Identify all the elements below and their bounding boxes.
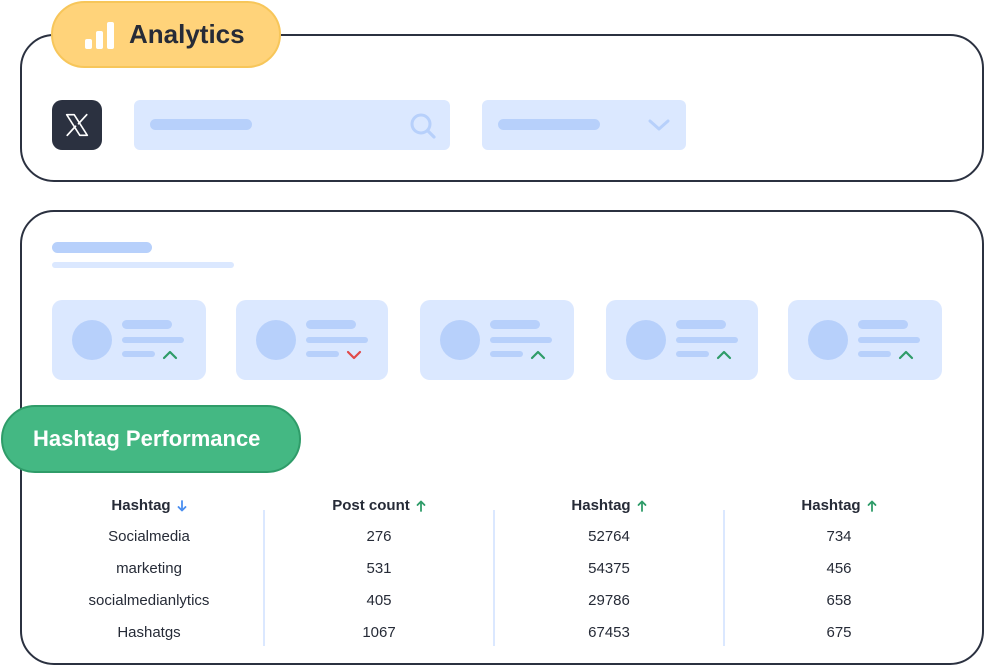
trend-up-icon	[716, 350, 732, 360]
stat-line-skeleton	[306, 337, 368, 343]
search-input[interactable]	[134, 100, 450, 150]
sort-ascending-icon	[637, 500, 646, 512]
table-cell: 1067	[362, 623, 396, 641]
table-cell: 67453	[588, 623, 630, 641]
column-header[interactable]: Hashtag	[724, 490, 954, 520]
table-cell: 658	[826, 591, 852, 609]
column-header-label: Hashtag	[111, 496, 171, 514]
dropdown-placeholder-skeleton	[498, 119, 600, 130]
stat-line-skeleton	[676, 351, 709, 357]
stat-avatar-skeleton	[256, 320, 296, 360]
stat-line-skeleton	[858, 320, 908, 329]
table-cell: Hashatgs	[117, 623, 181, 641]
table-cell: socialmedianlytics	[88, 591, 210, 609]
column-header[interactable]: Post count	[264, 490, 494, 520]
table-cell: marketing	[116, 559, 182, 577]
column-header-label: Post count	[332, 496, 410, 514]
stat-avatar-skeleton	[440, 320, 480, 360]
analytics-header-pill: Analytics	[51, 1, 281, 68]
stat-line-skeleton	[490, 320, 540, 329]
sort-ascending-icon	[416, 500, 426, 512]
table-cell: 276	[366, 527, 392, 545]
stat-line-skeleton	[306, 351, 339, 357]
stat-line-skeleton	[490, 351, 523, 357]
bar-chart-icon	[85, 21, 114, 49]
sort-ascending-icon	[867, 500, 876, 512]
table-cell: 734	[826, 527, 852, 545]
stat-avatar-skeleton	[626, 320, 666, 360]
trend-up-icon	[898, 350, 914, 360]
x-platform-icon[interactable]	[52, 100, 102, 150]
column-divider	[723, 510, 725, 646]
stat-line-skeleton	[676, 320, 726, 329]
stat-line-skeleton	[490, 337, 552, 343]
sort-descending-icon	[177, 499, 186, 511]
stat-line-skeleton	[676, 337, 738, 343]
x-logo-icon	[65, 113, 89, 137]
column-divider	[263, 510, 265, 646]
hashtag-performance-pill: Hashtag Performance	[1, 405, 301, 473]
column-header[interactable]: Hashtag	[494, 490, 724, 520]
section-title: Hashtag Performance	[33, 426, 261, 451]
table-cell: 54375	[588, 559, 630, 577]
stat-line-skeleton	[122, 320, 172, 329]
column-header-label: Hashtag	[801, 496, 861, 514]
table-cell: Socialmedia	[108, 527, 190, 545]
stat-line-skeleton	[858, 337, 920, 343]
column-header-label: Hashtag	[571, 496, 631, 514]
stat-line-skeleton	[122, 351, 155, 357]
chevron-down-icon	[648, 119, 670, 131]
table-cell: 29786	[588, 591, 630, 609]
stat-card[interactable]	[788, 300, 942, 380]
platform-dropdown[interactable]	[482, 100, 686, 150]
trend-up-icon	[162, 350, 178, 360]
stat-line-skeleton	[306, 320, 356, 329]
search-placeholder-skeleton	[150, 119, 252, 130]
table-cell: 675	[826, 623, 852, 641]
trend-up-icon	[530, 350, 546, 360]
section-subtitle-skeleton	[52, 262, 234, 268]
stat-avatar-skeleton	[808, 320, 848, 360]
table-cell: 456	[826, 559, 852, 577]
stat-line-skeleton	[122, 337, 184, 343]
column-divider	[493, 510, 495, 646]
table-cell: 531	[366, 559, 392, 577]
table-cell: 405	[366, 591, 392, 609]
stat-card[interactable]	[606, 300, 758, 380]
search-icon	[410, 113, 436, 139]
table-cell: 52764	[588, 527, 630, 545]
stat-avatar-skeleton	[72, 320, 112, 360]
column-header[interactable]: Hashtag	[34, 490, 264, 520]
page-title: Analytics	[129, 19, 245, 49]
section-title-skeleton	[52, 242, 152, 253]
stat-card[interactable]	[52, 300, 206, 380]
stat-card[interactable]	[420, 300, 574, 380]
trend-down-icon	[346, 350, 362, 360]
stat-card[interactable]	[236, 300, 388, 380]
stat-line-skeleton	[858, 351, 891, 357]
